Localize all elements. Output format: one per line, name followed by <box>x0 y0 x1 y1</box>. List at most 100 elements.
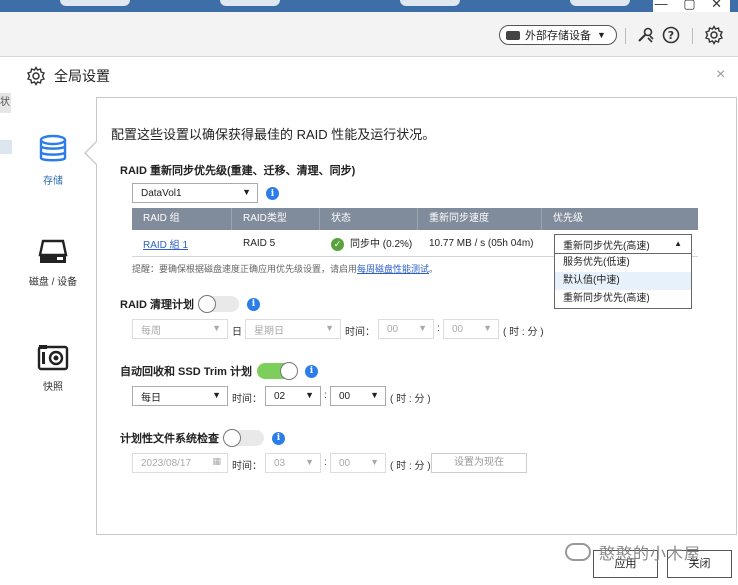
trim-minute-value: 00 <box>339 390 351 402</box>
chevron-down-icon: ▼ <box>597 30 606 40</box>
resync-section-title: RAID 重新同步优先级(重建、迁移、清理、同步) <box>120 165 356 177</box>
close-icon[interactable]: × <box>716 66 725 84</box>
scrub-day-select[interactable]: 星期日 ▼ <box>245 319 341 339</box>
toolbar: 外部存储设备 ▼ ? <box>0 12 738 57</box>
scrub-hour-select[interactable]: 00 ▼ <box>378 319 434 339</box>
column-header: 状态 <box>320 208 418 230</box>
check-icon: ✓ <box>331 237 344 251</box>
trim-frequency-select[interactable]: 每日 ▼ <box>132 386 228 406</box>
time-separator: : <box>437 323 440 334</box>
time-label: 时间： <box>232 394 262 405</box>
camera-icon <box>37 345 69 371</box>
column-header: RAID 组 <box>132 208 232 230</box>
svg-text:?: ? <box>668 29 674 42</box>
fscheck-section: 计划性文件系统检查 i <box>120 429 285 447</box>
toolbar-divider <box>692 28 693 44</box>
raid-status: 同步中 (0.2%) <box>350 239 413 251</box>
chevron-down-icon: ▼ <box>370 457 379 467</box>
disk-test-link[interactable]: 每周磁盘性能测试 <box>357 264 429 274</box>
info-icon[interactable]: i <box>305 364 319 378</box>
fscheck-date-input[interactable]: 2023/08/17 ▦ <box>132 453 228 473</box>
fscheck-hour-value: 03 <box>274 457 286 469</box>
background-window-fragment: 状 <box>0 93 11 113</box>
day-label: 日 <box>232 327 242 338</box>
hint-text: 提醒：要确保根据磁盘速度正确应用优先级设置，请启用每周磁盘性能测试。 <box>132 262 438 275</box>
scrub-title: RAID 清理计划 <box>120 299 194 311</box>
gear-icon <box>27 66 45 86</box>
priority-option[interactable]: 服务优先(低速) <box>555 254 691 272</box>
window-controls[interactable]: — ▢ ✕ <box>652 0 730 12</box>
browser-tab[interactable] <box>60 0 130 6</box>
column-header: RAID类型 <box>232 208 320 230</box>
time-separator: : <box>324 457 327 468</box>
chevron-down-icon: ▼ <box>483 323 492 333</box>
panel-pointer <box>86 141 98 165</box>
scrub-toggle[interactable] <box>197 295 239 313</box>
chevron-down-icon: ▼ <box>305 457 314 467</box>
external-storage-label: 外部存储设备 <box>525 30 591 42</box>
window-title-bar <box>0 0 738 12</box>
fscheck-hour-select[interactable]: 03 ▼ <box>265 453 321 473</box>
chevron-down-icon: ▼ <box>242 187 251 197</box>
scrub-day-value: 星期日 <box>254 325 284 337</box>
browser-tab[interactable] <box>220 0 280 6</box>
intro-text: 配置这些设置以确保获得最佳的 RAID 性能及运行状况。 <box>111 127 436 142</box>
priority-option[interactable]: 重新同步优先(高速) <box>555 290 691 308</box>
trim-section: 自动回收和 SSD Trim 计划 i <box>120 362 319 380</box>
raid-group-link[interactable]: RAID 組 1 <box>143 240 188 251</box>
chevron-down-icon: ▼ <box>212 323 221 333</box>
scrub-hour-value: 00 <box>387 323 399 335</box>
set-now-button[interactable]: 设置为现在 <box>431 453 527 473</box>
raid-table-header: RAID 组 RAID类型 状态 重新同步速度 优先级 <box>132 208 698 230</box>
scrub-frequency-select[interactable]: 每周 ▼ <box>132 319 228 339</box>
time-separator: : <box>324 390 327 401</box>
fscheck-date-value: 2023/08/17 <box>141 457 192 469</box>
nav-label: 快照 <box>43 382 63 393</box>
fscheck-minute-select[interactable]: 00 ▼ <box>330 453 386 473</box>
toolbar-divider <box>625 28 626 44</box>
info-icon[interactable]: i <box>266 187 279 200</box>
info-icon[interactable]: i <box>246 297 260 311</box>
trim-hour-value: 02 <box>274 390 286 402</box>
trim-minute-select[interactable]: 00 ▼ <box>330 386 386 406</box>
time-unit: ( 时 : 分 ) <box>390 461 431 472</box>
toggle-knob <box>280 362 299 380</box>
trim-title: 自动回收和 SSD Trim 计划 <box>120 366 253 378</box>
priority-select[interactable]: 重新同步优先(高速) ▲ <box>554 234 692 254</box>
chevron-down-icon: ▼ <box>418 323 427 333</box>
volume-select[interactable]: DataVol1 ▼ <box>132 183 258 203</box>
browser-tab[interactable] <box>400 0 460 6</box>
resync-speed: 10.77 MB / s (05h 04m) <box>429 237 534 249</box>
time-unit: ( 时 : 分 ) <box>503 327 544 338</box>
hint-suffix: 。 <box>429 264 439 274</box>
chevron-down-icon: ▼ <box>305 390 314 400</box>
column-header: 优先级 <box>553 213 583 224</box>
toggle-knob <box>197 295 216 313</box>
time-unit: ( 时 : 分 ) <box>390 394 431 405</box>
chevron-up-icon: ▲ <box>674 239 682 248</box>
disk-icon <box>38 239 68 263</box>
info-icon[interactable]: i <box>272 431 285 445</box>
settings-icon[interactable] <box>703 24 725 46</box>
nav-item-snapshots[interactable]: 快照 <box>18 343 88 393</box>
nav-label: 磁盘 / 设备 <box>28 277 78 288</box>
browser-tab[interactable] <box>570 0 630 6</box>
chevron-down-icon: ▼ <box>370 390 379 400</box>
fscheck-toggle[interactable] <box>223 429 264 447</box>
scrub-minute-select[interactable]: 00 ▼ <box>443 319 499 339</box>
priority-option[interactable]: 默认值(中速) <box>555 272 691 290</box>
dialog-header: 全局设置 <box>26 66 110 86</box>
trim-frequency-value: 每日 <box>141 392 161 404</box>
external-storage-button[interactable]: 外部存储设备 ▼ <box>499 25 617 45</box>
trim-hour-select[interactable]: 02 ▼ <box>265 386 321 406</box>
calendar-icon[interactable]: ▦ <box>212 456 221 467</box>
tools-icon[interactable] <box>634 24 656 46</box>
time-label: 时间： <box>232 461 262 472</box>
time-label: 时间： <box>345 327 375 338</box>
nav-item-storage[interactable]: 存储 <box>18 133 88 187</box>
trim-toggle[interactable] <box>257 362 299 380</box>
watermark: 憨憨的小木屋 <box>565 540 701 564</box>
nav-item-disks[interactable]: 磁盘 / 设备 <box>18 238 88 288</box>
help-icon[interactable]: ? <box>660 24 682 46</box>
scrub-frequency-value: 每周 <box>141 325 161 337</box>
